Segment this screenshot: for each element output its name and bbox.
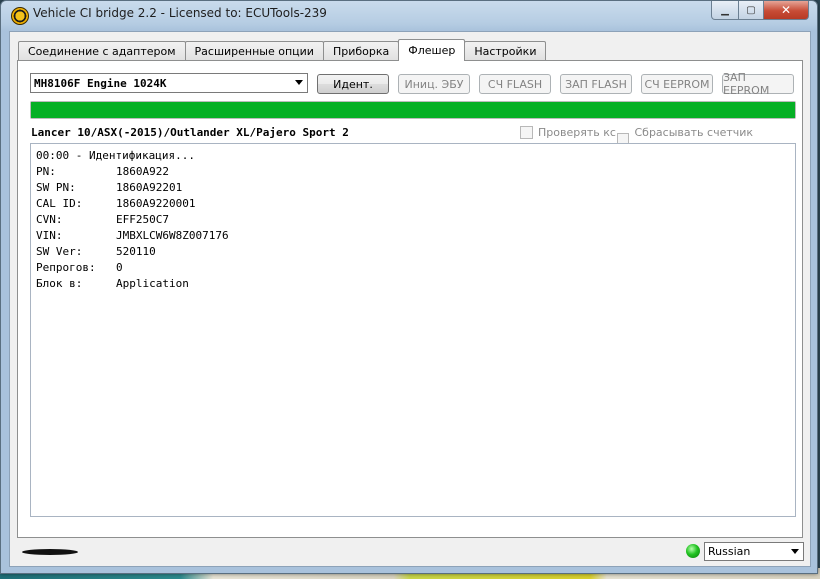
tab-adapter-connection[interactable]: Соединение с адаптером bbox=[18, 41, 186, 61]
log-header: 00:00 - Идентификация... bbox=[36, 149, 195, 162]
close-icon: ✕ bbox=[780, 3, 792, 17]
log-key: PN: bbox=[36, 165, 56, 178]
init-ecu-button[interactable]: Иниц. ЭБУ bbox=[398, 74, 470, 94]
log-value: 520110 bbox=[116, 245, 156, 258]
log-value: JMBXLCW6W8Z007176 bbox=[116, 229, 229, 242]
log-row: CAL ID: 1860A9220001 bbox=[36, 196, 790, 212]
ecu-type-select[interactable]: MH8106F Engine 1024K bbox=[30, 73, 308, 93]
language-value: Russian bbox=[708, 545, 751, 558]
maximize-icon: ▢ bbox=[746, 4, 756, 16]
client-area: Соединение с адаптером Расширенные опции… bbox=[9, 31, 811, 567]
ecu-type-value: MH8106F Engine 1024K bbox=[34, 76, 167, 90]
log-key: VIN: bbox=[36, 229, 63, 242]
read-flash-button[interactable]: СЧ FLASH bbox=[479, 74, 551, 94]
app-window: Vehicle CI bridge 2.2 - Licensed to: ECU… bbox=[0, 0, 818, 574]
log-row: VIN: JMBXLCW6W8Z007176 bbox=[36, 228, 790, 244]
write-flash-button[interactable]: ЗАП FLASH bbox=[560, 74, 632, 94]
verify-checksum-label: Проверять кс bbox=[538, 126, 616, 139]
tab-flasher[interactable]: Флешер bbox=[398, 39, 466, 61]
identify-button[interactable]: Идент. bbox=[317, 74, 389, 94]
read-eeprom-button[interactable]: СЧ EEPROM bbox=[641, 74, 713, 94]
progress-fill bbox=[31, 102, 795, 118]
title-bar[interactable]: Vehicle CI bridge 2.2 - Licensed to: ECU… bbox=[1, 1, 817, 29]
connection-status-icon bbox=[686, 544, 700, 558]
window-title: Vehicle CI bridge 2.2 - Licensed to: ECU… bbox=[33, 6, 327, 20]
status-bar: Russian bbox=[10, 536, 810, 566]
log-row: Репрогов: 0 bbox=[36, 260, 790, 276]
verify-checksum-checkbox[interactable]: Проверять кс bbox=[520, 126, 616, 139]
app-icon bbox=[11, 7, 29, 25]
tab-advanced-options[interactable]: Расширенные опции bbox=[184, 41, 324, 61]
log-value: 1860A9220001 bbox=[116, 197, 196, 210]
progress-bar bbox=[30, 101, 796, 119]
log-row: Блок в: Application bbox=[36, 276, 790, 292]
log-row: SW Ver: 520110 bbox=[36, 244, 790, 260]
window-controls: ▁ ▢ ✕ bbox=[711, 1, 809, 21]
minimize-icon: ▁ bbox=[721, 4, 729, 16]
log-value: EFF250C7 bbox=[116, 213, 169, 226]
tab-dashboard[interactable]: Приборка bbox=[322, 41, 400, 61]
flasher-panel: MH8106F Engine 1024K Идент. Иниц. ЭБУ СЧ… bbox=[17, 60, 803, 538]
chevron-down-icon bbox=[791, 549, 799, 554]
log-value: 0 bbox=[116, 261, 123, 274]
log-key: SW PN: bbox=[36, 181, 76, 194]
log-row: PN: 1860A922 bbox=[36, 164, 790, 180]
chevron-down-icon bbox=[295, 80, 303, 85]
vehicle-model-label: Lancer 10/ASX(-2015)/Outlander XL/Pajero… bbox=[31, 126, 349, 139]
log-key: CVN: bbox=[36, 213, 63, 226]
checkbox-icon bbox=[520, 126, 533, 139]
tab-strip: Соединение с адаптером Расширенные опции… bbox=[18, 39, 547, 61]
maximize-button[interactable]: ▢ bbox=[739, 1, 764, 20]
log-output[interactable]: 00:00 - Идентификация... PN: 1860A922 SW … bbox=[30, 143, 796, 517]
log-row: CVN: EFF250C7 bbox=[36, 212, 790, 228]
close-button[interactable]: ✕ bbox=[764, 1, 809, 20]
log-value: 1860A92201 bbox=[116, 181, 183, 194]
language-select[interactable]: Russian bbox=[704, 542, 804, 561]
log-key: CAL ID: bbox=[36, 197, 83, 210]
log-key: Репрогов: bbox=[36, 261, 96, 274]
tab-settings[interactable]: Настройки bbox=[464, 41, 547, 61]
minimize-button[interactable]: ▁ bbox=[711, 1, 739, 20]
redacted-text-mark bbox=[22, 549, 78, 555]
log-value: Application bbox=[116, 277, 189, 290]
log-key: SW Ver: bbox=[36, 245, 83, 258]
log-value: 1860A922 bbox=[116, 165, 169, 178]
log-key: Блок в: bbox=[36, 277, 83, 290]
write-eeprom-button[interactable]: ЗАП EEPROM bbox=[722, 71, 794, 97]
log-row: SW PN: 1860A92201 bbox=[36, 180, 790, 196]
